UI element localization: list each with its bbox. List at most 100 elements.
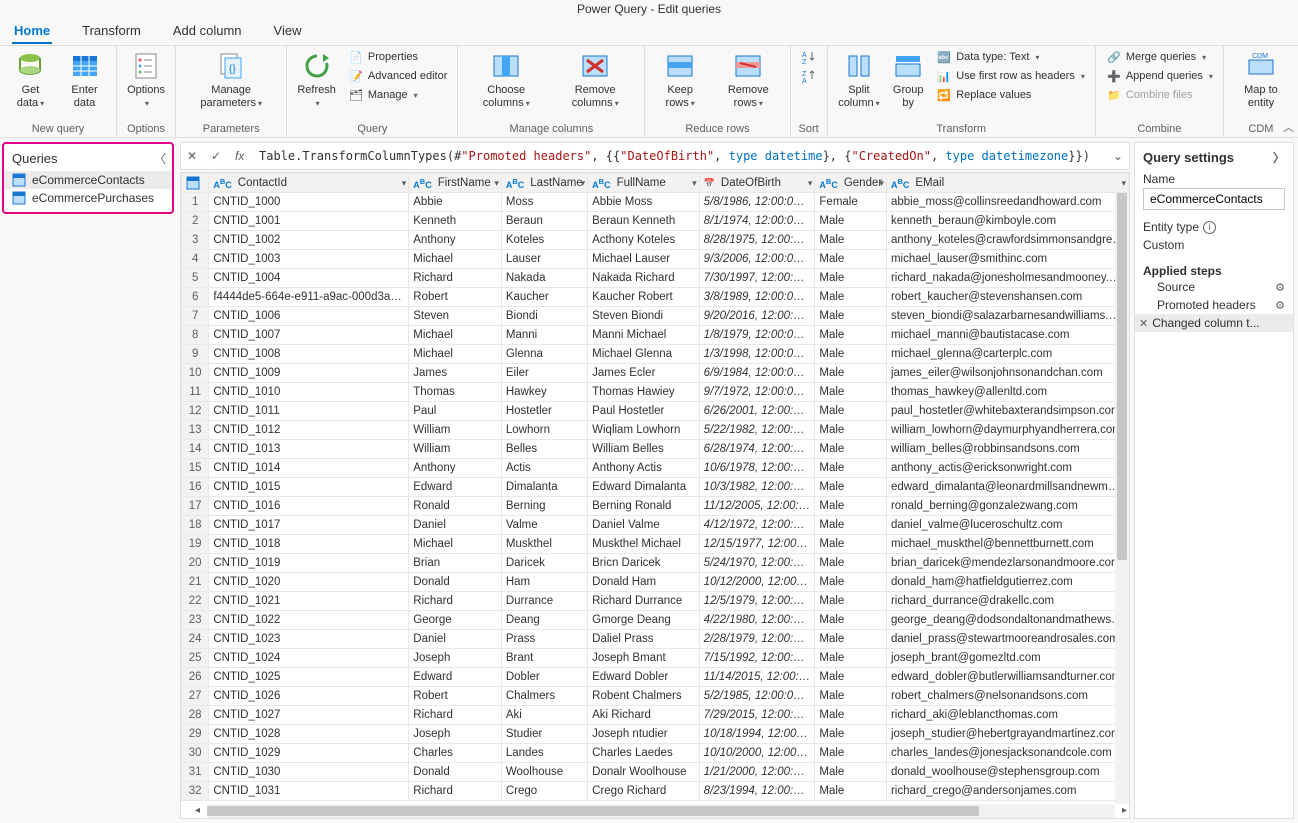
cell-email[interactable]: abbie_moss@collinsreedandhoward.com [886,193,1128,212]
cell-lastname[interactable]: Prass [501,630,587,649]
cell-firstname[interactable]: Richard [409,706,502,725]
cell-lastname[interactable]: Dobler [501,668,587,687]
cell-email[interactable]: joseph_brant@gomezltd.com [886,649,1128,668]
cell-lastname[interactable]: Hostetler [501,402,587,421]
cell-fullname[interactable]: Robent Chalmers [588,687,700,706]
cell-lastname[interactable]: Crego [501,782,587,801]
row-number[interactable]: 28 [182,706,209,725]
formula-expand-icon[interactable]: ⌄ [1113,149,1123,163]
cell-fullname[interactable]: Daniel Valme [588,516,700,535]
table-row[interactable]: 24CNTID_1023DanielPrassDaliel Prass2/28/… [182,630,1129,649]
cell-dateofbirth[interactable]: 10/10/2000, 12:00:00 ... [699,744,815,763]
row-number[interactable]: 12 [182,402,209,421]
cell-dateofbirth[interactable]: 6/9/1984, 12:00:00 AM [699,364,815,383]
cell-gender[interactable]: Male [815,535,887,554]
cell-fullname[interactable]: Edward Dobler [588,668,700,687]
cell-dateofbirth[interactable]: 4/12/1972, 12:00:00 AM [699,516,815,535]
col-lastname[interactable]: ABCLastName▾ [501,174,587,193]
row-number[interactable]: 2 [182,212,209,231]
options-button[interactable]: Options▾ [123,48,169,111]
scrollbar-thumb[interactable] [1117,193,1127,560]
ribbon-collapse-icon[interactable]: ︿ [1283,119,1294,135]
cell-dateofbirth[interactable]: 7/15/1992, 12:00:00 AM [699,649,815,668]
cell-firstname[interactable]: Donald [409,573,502,592]
row-number[interactable]: 24 [182,630,209,649]
cell-dateofbirth[interactable]: 4/22/1980, 12:00:00 AM [699,611,815,630]
filter-icon[interactable]: ▾ [879,178,884,189]
cell-gender[interactable]: Male [815,345,887,364]
cell-fullname[interactable]: Edward Dimalanta [588,478,700,497]
cell-contactid[interactable]: CNTID_1031 [209,782,409,801]
table-row[interactable]: 1CNTID_1000AbbieMossAbbie Moss5/8/1986, … [182,193,1129,212]
cell-lastname[interactable]: Valme [501,516,587,535]
cell-gender[interactable]: Male [815,687,887,706]
cell-email[interactable]: richard_durrance@drakellc.com [886,592,1128,611]
cell-firstname[interactable]: Edward [409,478,502,497]
merge-queries-button[interactable]: 🔗Merge queries▾ [1102,48,1217,66]
manage-button[interactable]: 🗂Manage▾ [344,86,452,104]
table-row[interactable]: 9CNTID_1008MichaelGlennaMichael Glenna1/… [182,345,1129,364]
applied-step[interactable]: Promoted headers⚙ [1143,296,1285,314]
cell-fullname[interactable]: Donalr Woolhouse [588,763,700,782]
table-row[interactable]: 12CNTID_1011PaulHostetlerPaul Hostetler6… [182,402,1129,421]
sort-desc-button[interactable]: ZA [797,67,821,85]
table-row[interactable]: 4CNTID_1003MichaelLauserMichael Lauser9/… [182,250,1129,269]
enter-data-button[interactable]: Enter data [59,48,110,111]
cell-gender[interactable]: Male [815,744,887,763]
cell-gender[interactable]: Male [815,630,887,649]
row-number[interactable]: 30 [182,744,209,763]
cell-firstname[interactable]: Steven [409,307,502,326]
cell-firstname[interactable]: William [409,440,502,459]
cell-dateofbirth[interactable]: 2/28/1979, 12:00:00 AM [699,630,815,649]
cell-email[interactable]: michael_glenna@carterplc.com [886,345,1128,364]
row-number[interactable]: 11 [182,383,209,402]
choose-columns-button[interactable]: Choose columns▾ [464,48,548,111]
cell-dateofbirth[interactable]: 7/30/1997, 12:00:00 AM [699,269,815,288]
row-number[interactable]: 10 [182,364,209,383]
query-item[interactable]: eCommercePurchases [4,189,172,207]
table-row[interactable]: 11CNTID_1010ThomasHawkeyThomas Hawiey9/7… [182,383,1129,402]
table-row[interactable]: 19CNTID_1018MichaelMuskthelMuskthel Mich… [182,535,1129,554]
cell-dateofbirth[interactable]: 5/2/1985, 12:00:00 AM [699,687,815,706]
cell-firstname[interactable]: Daniel [409,630,502,649]
cell-gender[interactable]: Male [815,516,887,535]
get-data-button[interactable]: Get data▾ [6,48,55,111]
cell-contactid[interactable]: CNTID_1015 [209,478,409,497]
cell-contactid[interactable]: CNTID_1001 [209,212,409,231]
replace-values-button[interactable]: 🔁Replace values [932,86,1089,104]
split-column-button[interactable]: Split column▾ [834,48,885,111]
row-number[interactable]: 23 [182,611,209,630]
cell-fullname[interactable]: Crego Richard [588,782,700,801]
row-number[interactable]: 26 [182,668,209,687]
table-row[interactable]: 30CNTID_1029CharlesLandesCharles Laedes1… [182,744,1129,763]
cell-contactid[interactable]: CNTID_1002 [209,231,409,250]
cell-email[interactable]: james_eiler@wilsonjohnsonandchan.com [886,364,1128,383]
cell-gender[interactable]: Male [815,478,887,497]
cell-dateofbirth[interactable]: 5/22/1982, 12:00:00 AM [699,421,815,440]
cell-gender[interactable]: Male [815,383,887,402]
cell-firstname[interactable]: Michael [409,326,502,345]
cell-dateofbirth[interactable]: 5/24/1970, 12:00:00 AM [699,554,815,573]
cell-dateofbirth[interactable]: 10/3/1982, 12:00:00 AM [699,478,815,497]
row-number[interactable]: 15 [182,459,209,478]
cell-firstname[interactable]: Daniel [409,516,502,535]
cell-dateofbirth[interactable]: 9/3/2006, 12:00:00 AM [699,250,815,269]
cell-lastname[interactable]: Berning [501,497,587,516]
cell-fullname[interactable]: Joseph ntudier [588,725,700,744]
cell-contactid[interactable]: CNTID_1006 [209,307,409,326]
cell-dateofbirth[interactable]: 9/20/2016, 12:00:00 AM [699,307,815,326]
cell-contactid[interactable]: CNTID_1028 [209,725,409,744]
filter-icon[interactable]: ▾ [402,178,407,189]
formula-accept-icon[interactable]: ✓ [211,149,227,163]
cell-contactid[interactable]: CNTID_1010 [209,383,409,402]
cell-gender[interactable]: Male [815,440,887,459]
cell-email[interactable]: paul_hostetler@whitebaxterandsimpson.com [886,402,1128,421]
cell-contactid[interactable]: CNTID_1025 [209,668,409,687]
cell-lastname[interactable]: Dimalanta [501,478,587,497]
cell-lastname[interactable]: Brant [501,649,587,668]
cell-contactid[interactable]: CNTID_1024 [209,649,409,668]
cell-email[interactable]: ronald_berning@gonzalezwang.com [886,497,1128,516]
tab-home[interactable]: Home [12,19,52,44]
cell-firstname[interactable]: Ronald [409,497,502,516]
table-row[interactable]: 22CNTID_1021RichardDurranceRichard Durra… [182,592,1129,611]
